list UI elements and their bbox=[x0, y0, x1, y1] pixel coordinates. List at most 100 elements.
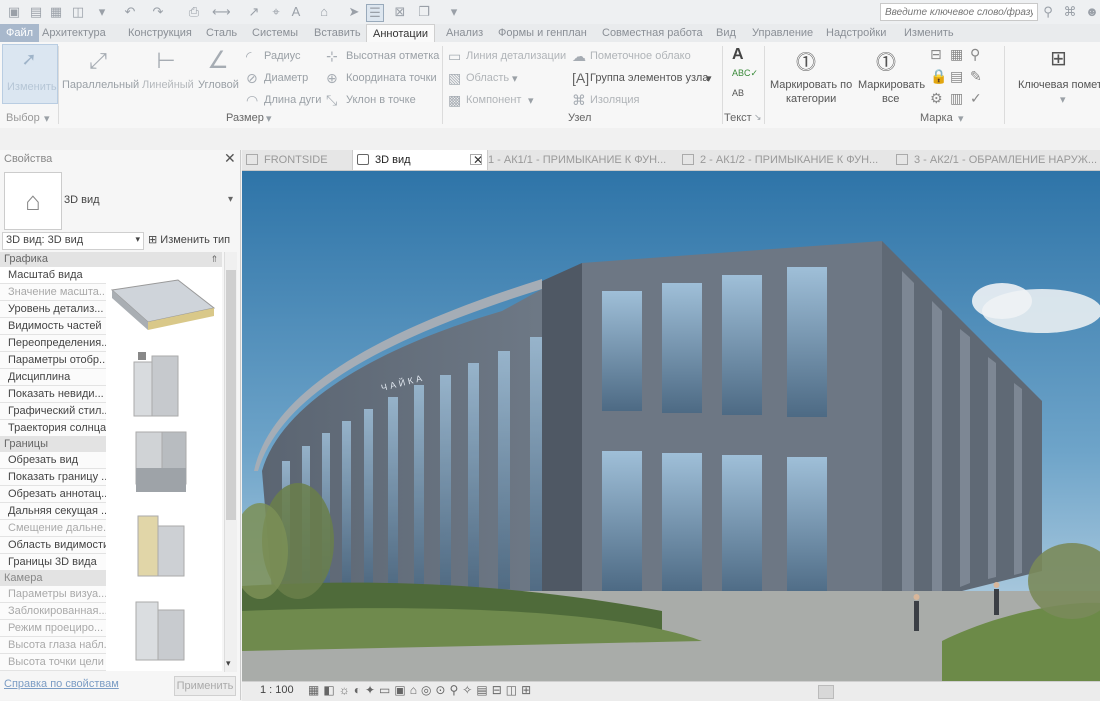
property-row[interactable]: Показать невиди... bbox=[0, 386, 106, 403]
insulation-button[interactable]: Изоляция bbox=[590, 94, 639, 106]
material-tag-icon[interactable]: ⚲ bbox=[970, 46, 980, 63]
view-tab-ak1-1[interactable]: 1 - АК1/1 - ПРИМЫКАНИЕ К ФУН... bbox=[466, 150, 698, 170]
scrollbar[interactable]: ▾ bbox=[224, 252, 237, 672]
unlock-view-icon[interactable]: ⌂ bbox=[410, 683, 421, 697]
binoculars-icon[interactable]: ⚲ bbox=[1040, 4, 1056, 20]
analytical-icon[interactable]: ⚲ bbox=[449, 683, 462, 697]
tab-addins[interactable]: Надстройки bbox=[826, 24, 886, 42]
detail-group-dropdown-icon[interactable]: ▾ bbox=[706, 72, 712, 85]
keynote-settings-icon[interactable]: ✓ bbox=[970, 90, 982, 107]
tag-panel-label[interactable]: Марка bbox=[920, 112, 953, 124]
type-selector-dropdown-icon[interactable]: ▾ bbox=[228, 194, 233, 205]
keynote-dropdown-icon[interactable]: ▾ bbox=[1060, 93, 1066, 106]
user-icon[interactable]: ☻ bbox=[1084, 4, 1100, 20]
tag-all-line1[interactable]: Маркировать bbox=[858, 79, 925, 91]
reveal-hidden-icon[interactable]: ⊙ bbox=[435, 683, 449, 697]
property-row[interactable]: Дальняя секущая ... bbox=[0, 503, 106, 520]
property-row[interactable]: Видимость частей bbox=[0, 318, 106, 335]
view-reference-icon[interactable]: ⚙ bbox=[930, 90, 943, 107]
component-dropdown-icon[interactable]: ▾ bbox=[528, 94, 534, 107]
visual-style-icon[interactable]: ◧ bbox=[323, 683, 338, 697]
tab-massing-site[interactable]: Формы и генплан bbox=[498, 24, 587, 42]
design-options-icon[interactable]: ◫ bbox=[506, 683, 521, 697]
text-icon[interactable]: A bbox=[288, 4, 304, 20]
edit-type-button[interactable]: ⊞ Изменить тип bbox=[148, 233, 230, 246]
view-tab-ak1-2[interactable]: 2 - АК1/2 - ПРИМЫКАНИЕ К ФУН... bbox=[678, 150, 912, 170]
text-panel-label[interactable]: Текст bbox=[724, 112, 752, 124]
horizontal-scrollbar-thumb[interactable] bbox=[818, 685, 834, 699]
dimension-icon[interactable]: ↗ bbox=[246, 4, 262, 20]
constraints-icon[interactable]: ▤ bbox=[476, 683, 491, 697]
property-row[interactable]: Масштаб вида bbox=[0, 267, 106, 284]
worksharing-icon[interactable]: ⊟ bbox=[492, 683, 506, 697]
instance-selector[interactable]: 3D вид: 3D вид ▾ bbox=[2, 232, 144, 250]
region-dropdown-icon[interactable]: ▾ bbox=[512, 72, 518, 85]
shadows-icon[interactable]: ◐ bbox=[354, 683, 365, 697]
tab-annotate[interactable]: Аннотации bbox=[366, 24, 435, 44]
arc-length-button[interactable]: Длина дуги bbox=[264, 94, 321, 106]
temp-hide-icon[interactable]: ◎ bbox=[421, 683, 435, 697]
property-row[interactable]: Графический стил... bbox=[0, 403, 106, 420]
open-icon[interactable]: ▤ bbox=[28, 4, 44, 20]
detail-line-button[interactable]: Линия детализации bbox=[466, 50, 566, 62]
property-row[interactable]: Обрезать вид bbox=[0, 452, 106, 469]
sync-dropdown-icon[interactable]: ▾ bbox=[94, 4, 110, 20]
tab-analyze[interactable]: Анализ bbox=[446, 24, 483, 42]
select-dropdown-icon[interactable]: ▾ bbox=[44, 112, 50, 125]
property-row[interactable]: Траектория солнца bbox=[0, 420, 106, 437]
spelling-icon[interactable]: ABC✓ bbox=[732, 68, 758, 79]
tab-architecture[interactable]: Архитектура bbox=[42, 24, 106, 42]
component-button[interactable]: Компонент bbox=[466, 94, 521, 106]
text-tool-icon[interactable]: A bbox=[732, 46, 744, 64]
tag-dropdown-icon[interactable]: ▾ bbox=[958, 112, 964, 125]
render-icon[interactable]: ✦ bbox=[365, 683, 379, 697]
subscription-icon[interactable]: ⌘ bbox=[1062, 4, 1078, 20]
section-icon[interactable]: ➤ bbox=[346, 4, 362, 20]
property-row[interactable]: Параметры отобр... bbox=[0, 352, 106, 369]
tag-all-line2[interactable]: все bbox=[882, 93, 899, 105]
sync-icon[interactable]: ◫ bbox=[70, 4, 86, 20]
tab-manage[interactable]: Управление bbox=[752, 24, 813, 42]
spot-slope-button[interactable]: Уклон в точке bbox=[346, 94, 416, 106]
3d-viewport[interactable]: ЧАЙКА bbox=[242, 171, 1100, 681]
scroll-down-icon[interactable]: ▾ bbox=[226, 658, 231, 669]
highlight-icon[interactable]: ✧ bbox=[462, 683, 476, 697]
property-row[interactable]: Высота глаза набл... bbox=[0, 637, 106, 654]
show-crop-icon[interactable]: ▣ bbox=[394, 683, 409, 697]
tag-icon[interactable]: ⌖ bbox=[268, 4, 284, 20]
property-row[interactable]: Смещение дальне... bbox=[0, 520, 106, 537]
apply-button[interactable]: Применить bbox=[174, 676, 236, 696]
sun-path-icon[interactable]: ☼ bbox=[339, 683, 354, 697]
property-row[interactable]: Заблокированная... bbox=[0, 603, 106, 620]
close-icon[interactable]: ✕ bbox=[224, 150, 236, 167]
view-tab-ak2-1[interactable]: 3 - АК2/1 - ОБРАМЛЕНИЕ НАРУЖ... bbox=[892, 150, 1100, 170]
property-row[interactable]: Область видимости bbox=[0, 537, 106, 554]
save-icon[interactable]: ▦ bbox=[48, 4, 64, 20]
tread-number-icon[interactable]: ▥ bbox=[950, 90, 963, 107]
print-icon[interactable]: ⎙ bbox=[186, 4, 202, 20]
keynote-button[interactable]: Ключевая помет bbox=[1018, 79, 1100, 91]
space-tag-icon[interactable]: ✎ bbox=[970, 68, 982, 85]
property-row[interactable]: Режим проециро... bbox=[0, 620, 106, 637]
dimension-panel-label[interactable]: Размер bbox=[226, 112, 264, 124]
thin-lines-icon[interactable]: ☰ bbox=[366, 4, 384, 22]
region-button[interactable]: Область bbox=[466, 72, 509, 84]
properties-help-link[interactable]: Справка по свойствам bbox=[4, 678, 119, 690]
multi-category-icon[interactable]: ▦ bbox=[950, 46, 963, 63]
detail-level-icon[interactable]: ▦ bbox=[308, 683, 323, 697]
crop-view-icon[interactable]: ▭ bbox=[379, 683, 394, 697]
switch-windows-icon[interactable]: ❐ bbox=[416, 4, 432, 20]
text-panel-launcher-icon[interactable]: ↘ bbox=[754, 112, 762, 123]
property-row[interactable]: Обрезать аннотац... bbox=[0, 486, 106, 503]
tab-steel[interactable]: Сталь bbox=[206, 24, 237, 42]
dimension-dropdown-icon[interactable]: ▾ bbox=[266, 112, 272, 125]
tab-modify[interactable]: Изменить bbox=[904, 24, 954, 42]
close-hidden-icon[interactable]: ⊠ bbox=[392, 4, 408, 20]
aligned-dimension-button[interactable]: Параллельный bbox=[62, 79, 139, 91]
tab-structure[interactable]: Конструкция bbox=[128, 24, 192, 42]
detail-group-button[interactable]: Группа элементов узла bbox=[590, 72, 708, 84]
tab-systems[interactable]: Системы bbox=[252, 24, 298, 42]
spot-coordinate-button[interactable]: Координата точки bbox=[346, 72, 437, 84]
app-menu-icon[interactable]: ▣ bbox=[6, 4, 22, 20]
property-row[interactable]: Переопределения... bbox=[0, 335, 106, 352]
